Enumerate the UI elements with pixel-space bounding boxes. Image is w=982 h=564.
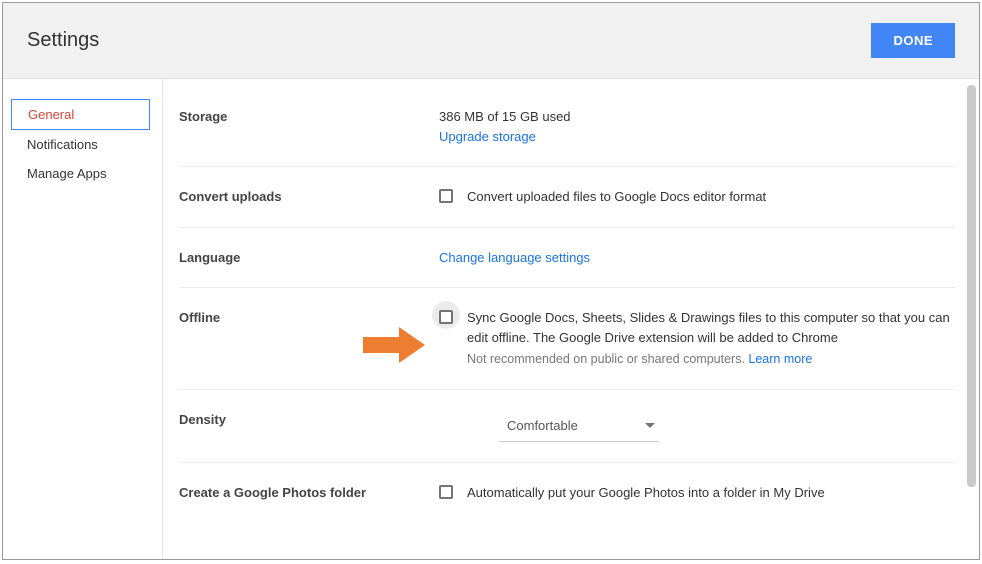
offline-hint: Not recommended on public or shared comp… <box>467 352 748 366</box>
change-language-link[interactable]: Change language settings <box>439 250 590 265</box>
density-select[interactable]: Comfortable <box>499 410 659 443</box>
section-offline: Offline Sync Google Docs, Sheets, Slides… <box>179 288 955 390</box>
sidebar-item-manage-apps[interactable]: Manage Apps <box>11 159 150 188</box>
section-label: Storage <box>179 107 439 146</box>
offline-sync-checkbox[interactable] <box>439 310 453 324</box>
section-convert-uploads: Convert uploads Convert uploaded files t… <box>179 167 955 228</box>
section-body: Automatically put your Google Photos int… <box>439 483 955 503</box>
section-label: Convert uploads <box>179 187 439 207</box>
sidebar: General Notifications Manage Apps <box>3 79 163 559</box>
density-value: Comfortable <box>507 416 578 436</box>
checkbox-label: Automatically put your Google Photos int… <box>467 483 825 503</box>
section-label: Language <box>179 248 439 268</box>
sidebar-item-label: Manage Apps <box>27 166 107 181</box>
done-button[interactable]: DONE <box>871 23 955 58</box>
checkbox-label: Convert uploaded files to Google Docs ed… <box>467 187 766 207</box>
section-storage: Storage 386 MB of 15 GB used Upgrade sto… <box>179 79 955 167</box>
chevron-down-icon <box>645 423 655 428</box>
sidebar-item-label: General <box>28 107 74 122</box>
checkbox-ripple <box>439 308 453 324</box>
learn-more-link[interactable]: Learn more <box>748 352 812 366</box>
storage-used-text: 386 MB of 15 GB used <box>439 107 955 127</box>
section-label: Offline <box>179 308 439 369</box>
section-density: Density Comfortable <box>179 390 955 464</box>
section-body: Change language settings <box>439 248 955 268</box>
settings-dialog: Settings DONE General Notifications Mana… <box>2 2 980 560</box>
section-body: Convert uploaded files to Google Docs ed… <box>439 187 955 207</box>
scrollbar-thumb[interactable] <box>967 85 976 487</box>
convert-uploads-checkbox[interactable] <box>439 189 453 203</box>
dialog-header: Settings DONE <box>3 3 979 79</box>
section-body: 386 MB of 15 GB used Upgrade storage <box>439 107 955 146</box>
section-photos-folder: Create a Google Photos folder Automatica… <box>179 463 955 523</box>
settings-content[interactable]: Storage 386 MB of 15 GB used Upgrade sto… <box>163 79 979 559</box>
sidebar-item-label: Notifications <box>27 137 98 152</box>
section-language: Language Change language settings <box>179 228 955 289</box>
section-label: Create a Google Photos folder <box>179 483 439 503</box>
photos-folder-checkbox[interactable] <box>439 485 453 499</box>
dialog-title: Settings <box>27 29 99 52</box>
dialog-body: General Notifications Manage Apps Storag… <box>3 79 979 559</box>
checkbox-label: Sync Google Docs, Sheets, Slides & Drawi… <box>467 310 950 345</box>
section-label: Density <box>179 410 439 443</box>
upgrade-storage-link[interactable]: Upgrade storage <box>439 129 536 144</box>
offline-description: Sync Google Docs, Sheets, Slides & Drawi… <box>467 308 955 369</box>
sidebar-item-general[interactable]: General <box>11 99 150 130</box>
sidebar-item-notifications[interactable]: Notifications <box>11 130 150 159</box>
section-body: Sync Google Docs, Sheets, Slides & Drawi… <box>439 308 955 369</box>
section-body: Comfortable <box>439 410 955 443</box>
